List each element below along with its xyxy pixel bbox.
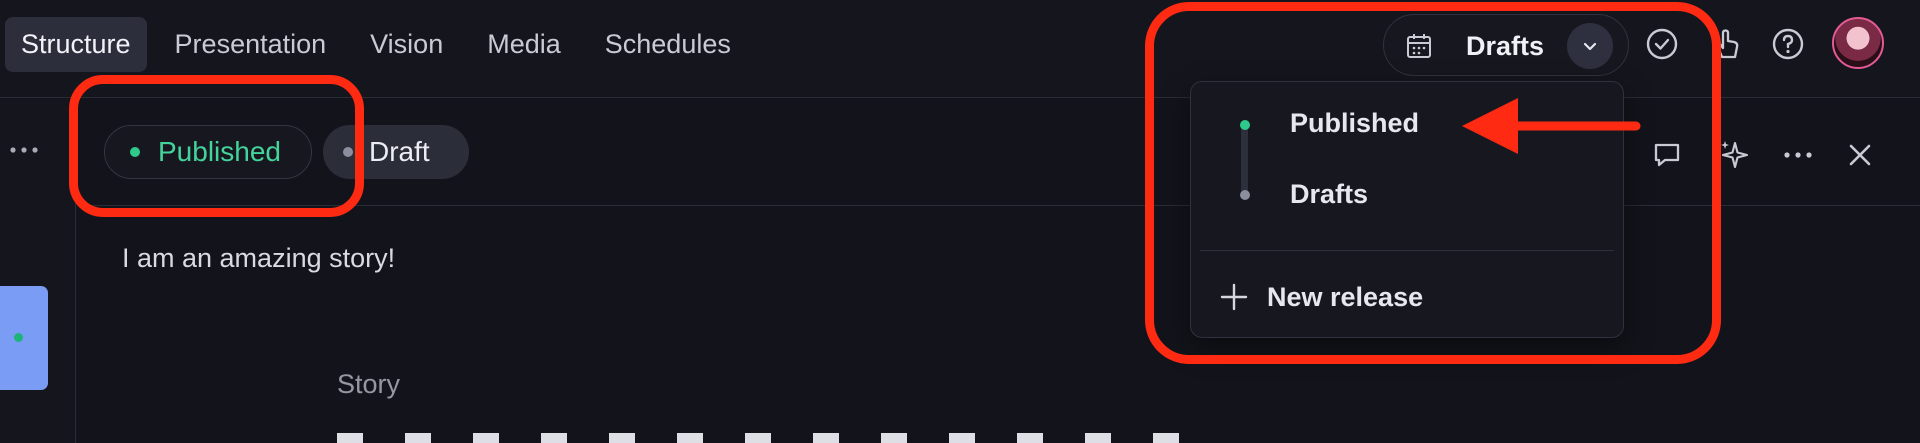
- close-icon[interactable]: [1842, 137, 1878, 173]
- story-title-text[interactable]: [337, 433, 1217, 443]
- tab-structure[interactable]: Structure: [5, 17, 147, 72]
- draft-chip-label: Draft: [369, 136, 430, 167]
- sparkles-icon[interactable]: [1717, 137, 1753, 173]
- annotation-box-dropdown: [1145, 2, 1721, 364]
- tab-media[interactable]: Media: [471, 17, 577, 72]
- tab-presentation[interactable]: Presentation: [159, 17, 343, 72]
- more-options-icon[interactable]: [8, 138, 40, 162]
- tab-bar: Structure Presentation Vision Media Sche…: [5, 17, 759, 72]
- help-icon[interactable]: [1770, 26, 1806, 62]
- annotation-box-status: [69, 75, 364, 217]
- story-field-label: Story: [337, 369, 401, 399]
- story-thumbnail[interactable]: [0, 286, 48, 390]
- more-icon[interactable]: [1780, 137, 1816, 173]
- annotation-arrow-icon: [1462, 98, 1641, 154]
- intro-text[interactable]: I am an amazing story!: [122, 243, 395, 274]
- tab-schedules[interactable]: Schedules: [589, 17, 747, 72]
- tab-vision[interactable]: Vision: [354, 17, 459, 72]
- status-dot: [14, 333, 23, 342]
- user-avatar[interactable]: [1832, 17, 1884, 69]
